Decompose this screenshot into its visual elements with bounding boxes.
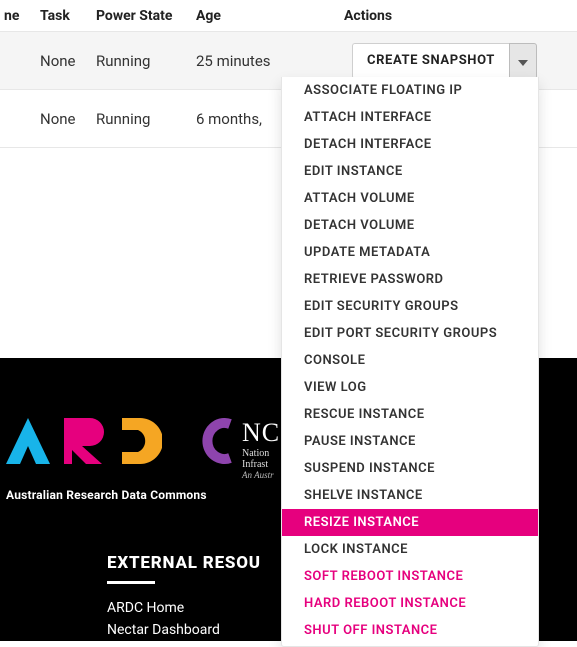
dropdown-item-retrieve-password[interactable]: RETRIEVE PASSWORD [282, 266, 538, 293]
col-header-actions: Actions [344, 8, 573, 24]
ncris-title: NC [242, 418, 280, 448]
ardc-logo-a-icon [6, 418, 50, 464]
cell-power-state: Running [96, 52, 196, 70]
ardc-subtitle: Australian Research Data Commons [6, 488, 207, 502]
ardc-logo-r-icon [62, 418, 106, 464]
dropdown-item-edit-instance[interactable]: EDIT INSTANCE [282, 158, 538, 185]
dropdown-item-resize-instance[interactable]: RESIZE INSTANCE [282, 509, 538, 536]
col-header-ne[interactable]: ne [4, 8, 40, 24]
create-snapshot-split-button: CREATE SNAPSHOT [352, 43, 537, 79]
ncris-sub3: An Austr [242, 470, 280, 480]
dropdown-item-associate-floating-ip[interactable]: ASSOCIATE FLOATING IP [282, 77, 538, 104]
table-header-row: ne Task Power State Age Actions [0, 0, 577, 32]
dropdown-item-pause-instance[interactable]: PAUSE INSTANCE [282, 428, 538, 455]
ncris-sub2: Infrast [242, 459, 280, 470]
actions-dropdown-toggle[interactable] [509, 43, 537, 79]
dropdown-item-update-metadata[interactable]: UPDATE METADATA [282, 239, 538, 266]
ncris-logo-block: NC Nation Infrast An Austr [200, 418, 280, 480]
dropdown-item-attach-volume[interactable]: ATTACH VOLUME [282, 185, 538, 212]
footer-link-ardc-home[interactable]: ARDC Home [107, 600, 261, 616]
cell-age: 25 minutes [196, 52, 344, 70]
dropdown-item-shelve-instance[interactable]: SHELVE INSTANCE [282, 482, 538, 509]
instance-actions-dropdown: ASSOCIATE FLOATING IPATTACH INTERFACEDET… [281, 77, 539, 647]
dropdown-item-soft-reboot-instance[interactable]: SOFT REBOOT INSTANCE [282, 563, 538, 590]
cell-power-state: Running [96, 110, 196, 128]
dropdown-item-lock-instance[interactable]: LOCK INSTANCE [282, 536, 538, 563]
heading-underline [107, 581, 155, 584]
dropdown-item-hard-reboot-instance[interactable]: HARD REBOOT INSTANCE [282, 590, 538, 617]
dropdown-item-detach-interface[interactable]: DETACH INTERFACE [282, 131, 538, 158]
cell-actions: CREATE SNAPSHOT [344, 43, 573, 79]
caret-down-icon [518, 52, 528, 70]
cell-task: None [40, 52, 96, 70]
external-resources: EXTERNAL RESOU ARDC Home Nectar Dashboar… [107, 553, 261, 641]
dropdown-item-suspend-instance[interactable]: SUSPEND INSTANCE [282, 455, 538, 482]
dropdown-item-detach-volume[interactable]: DETACH VOLUME [282, 212, 538, 239]
dropdown-item-shut-off-instance[interactable]: SHUT OFF INSTANCE [282, 617, 538, 644]
dropdown-item-edit-security-groups[interactable]: EDIT SECURITY GROUPS [282, 293, 538, 320]
footer-link-nectar-dashboard[interactable]: Nectar Dashboard [107, 622, 261, 638]
dropdown-item-view-log[interactable]: VIEW LOG [282, 374, 538, 401]
col-header-age[interactable]: Age [196, 8, 344, 24]
dropdown-item-console[interactable]: CONSOLE [282, 347, 538, 374]
ardc-logo [6, 418, 162, 464]
col-header-task[interactable]: Task [40, 8, 96, 24]
ncris-c-icon [200, 418, 236, 468]
dropdown-item-attach-interface[interactable]: ATTACH INTERFACE [282, 104, 538, 131]
create-snapshot-button[interactable]: CREATE SNAPSHOT [352, 43, 509, 79]
external-resources-heading: EXTERNAL RESOU [107, 553, 261, 573]
dropdown-item-rescue-instance[interactable]: RESCUE INSTANCE [282, 401, 538, 428]
ncris-sub1: Nation [242, 448, 280, 459]
dropdown-item-edit-port-security-groups[interactable]: EDIT PORT SECURITY GROUPS [282, 320, 538, 347]
col-header-power[interactable]: Power State [96, 8, 196, 24]
cell-task: None [40, 110, 96, 128]
ardc-logo-d-icon [118, 418, 162, 464]
